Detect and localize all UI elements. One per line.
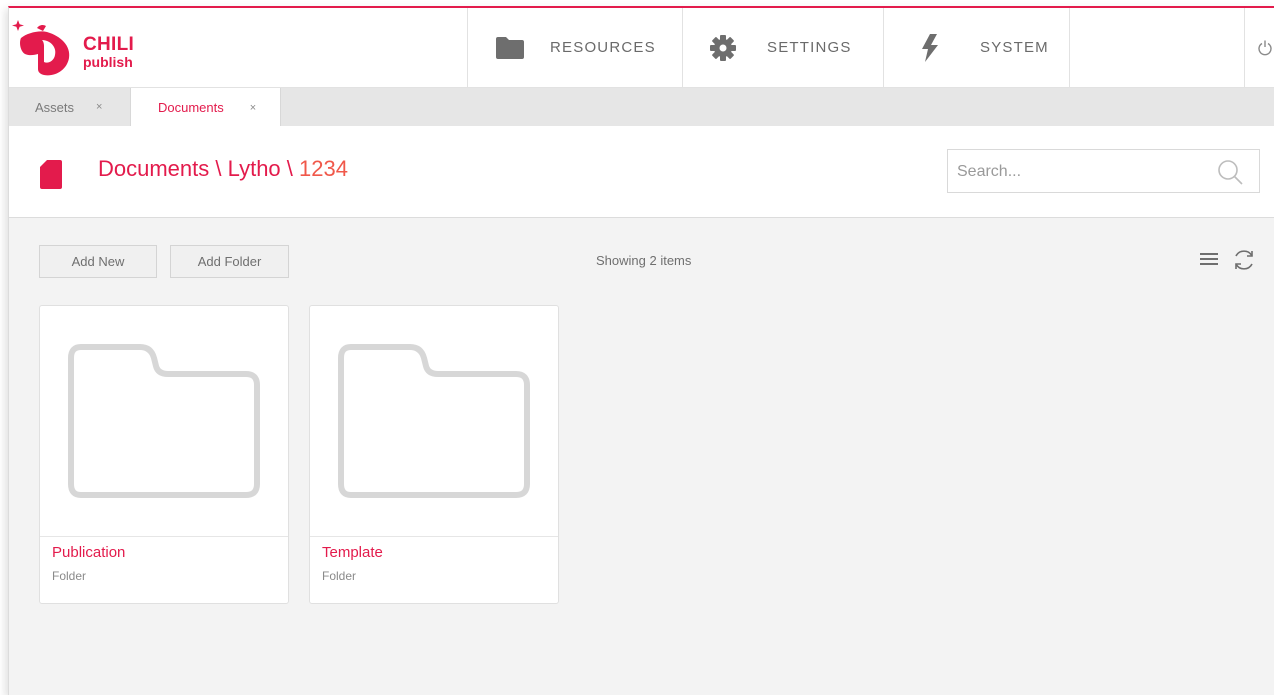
top-navigation-bar: CHILI publish RESOURCES SETTINGS SYSTEM bbox=[9, 8, 1274, 88]
search-icon bbox=[1218, 160, 1243, 185]
search-box bbox=[947, 149, 1260, 194]
folder-icon bbox=[68, 344, 260, 498]
folder-icon bbox=[338, 344, 530, 498]
gear-icon bbox=[709, 34, 737, 62]
tab-assets[interactable]: Assets × bbox=[9, 88, 130, 126]
folder-name: Template bbox=[322, 544, 383, 561]
add-new-button[interactable]: Add New bbox=[39, 245, 157, 278]
chili-publish-logo[interactable]: CHILI publish bbox=[11, 18, 151, 78]
nav-resources[interactable]: RESOURCES bbox=[467, 8, 682, 87]
chili-logo-icon bbox=[12, 20, 70, 76]
list-view-icon[interactable] bbox=[1200, 251, 1218, 267]
nav-system[interactable]: SYSTEM bbox=[883, 8, 1069, 87]
folder-type: Folder bbox=[322, 569, 357, 583]
add-folder-button[interactable]: Add Folder bbox=[170, 245, 289, 278]
breadcrumb: Documents \ Lytho \ 1234 bbox=[98, 156, 348, 182]
tab-assets-label: Assets bbox=[35, 99, 75, 115]
folder-thumbnail bbox=[310, 306, 558, 537]
tab-documents[interactable]: Documents × bbox=[130, 88, 281, 127]
breadcrumb-lytho[interactable]: Lytho bbox=[228, 156, 281, 181]
folder-thumbnail bbox=[40, 306, 288, 537]
lightning-icon bbox=[916, 33, 944, 62]
power-button[interactable] bbox=[1244, 8, 1274, 87]
breadcrumb-current: 1234 bbox=[299, 156, 348, 181]
nav-divider bbox=[1069, 8, 1070, 87]
power-icon bbox=[1258, 40, 1272, 55]
nav-system-label: SYSTEM bbox=[980, 39, 1049, 56]
folder-type: Folder bbox=[52, 569, 87, 583]
tab-documents-label: Documents bbox=[158, 100, 224, 115]
search-button[interactable] bbox=[1217, 159, 1243, 190]
logo-text: CHILI publish bbox=[83, 35, 134, 69]
search-input[interactable] bbox=[948, 150, 1209, 194]
tab-documents-close-icon[interactable]: × bbox=[250, 102, 256, 114]
page-header: Documents \ Lytho \ 1234 bbox=[9, 126, 1274, 218]
logo-name-bottom: publish bbox=[83, 54, 133, 70]
nav-settings-label: SETTINGS bbox=[767, 39, 852, 56]
item-count: Showing 2 items bbox=[596, 253, 692, 268]
tab-assets-close-icon[interactable]: × bbox=[96, 101, 102, 113]
breadcrumb-separator: \ bbox=[286, 156, 293, 181]
folder-icon bbox=[496, 34, 524, 62]
logo-name-top: CHILI bbox=[83, 34, 135, 55]
folder-card[interactable]: Publication Folder bbox=[39, 305, 289, 604]
app-window: CHILI publish RESOURCES SETTINGS SYSTEM … bbox=[8, 6, 1274, 695]
document-icon bbox=[40, 160, 62, 189]
refresh-icon[interactable] bbox=[1232, 248, 1256, 272]
folder-name: Publication bbox=[52, 544, 126, 561]
breadcrumb-documents[interactable]: Documents bbox=[98, 156, 209, 181]
nav-resources-label: RESOURCES bbox=[550, 39, 656, 56]
folder-card[interactable]: Template Folder bbox=[309, 305, 559, 604]
breadcrumb-separator: \ bbox=[215, 156, 222, 181]
tab-bar: Assets × Documents × bbox=[9, 88, 1274, 127]
nav-settings[interactable]: SETTINGS bbox=[682, 8, 883, 87]
